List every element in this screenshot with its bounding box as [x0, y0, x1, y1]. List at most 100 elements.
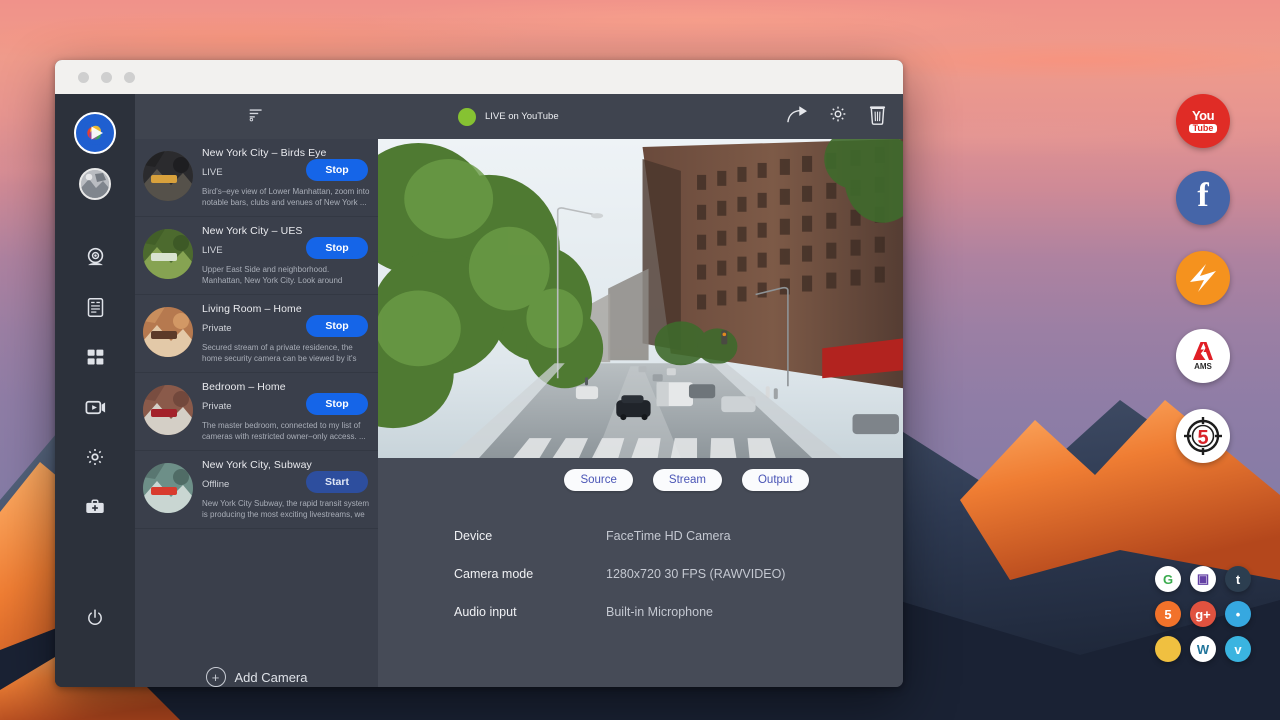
camera-toggle-button[interactable]: Stop — [306, 159, 368, 181]
first-aid-kit-icon — [84, 496, 106, 518]
desktop-icon-youtube[interactable]: You Tube — [1176, 94, 1230, 148]
tablet-list-icon — [85, 297, 106, 318]
desktop-icon-adobe-ams[interactable]: AMS — [1176, 329, 1230, 383]
camera-thumbnail — [143, 463, 193, 513]
camera-toggle-button[interactable]: Stop — [306, 315, 368, 337]
live-indicator-dot — [458, 108, 476, 126]
camera-list-item[interactable]: Bedroom – HomePrivateStopThe master bedr… — [135, 373, 378, 451]
camera-thumbnail — [143, 307, 193, 357]
desktop-icon-twitter[interactable]: • — [1225, 601, 1251, 627]
sidebar-item-settings[interactable] — [76, 438, 114, 476]
sidebar-item-schedule[interactable] — [76, 288, 114, 326]
camera-list-toolbar — [135, 94, 378, 139]
desktop-icon-cluster: G ▣ t 5 g+ • Wv — [1155, 566, 1265, 662]
desktop-icon-gaming-g[interactable]: G — [1155, 566, 1181, 592]
camera-list-panel: New York City – Birds EyeLIVEStopBird's–… — [135, 94, 378, 687]
camera-toggle-button[interactable]: Stop — [306, 393, 368, 415]
sort-list-icon[interactable] — [248, 106, 265, 128]
desktop-icon-five-orange[interactable]: 5 — [1155, 601, 1181, 627]
desktop-icon-twitch[interactable]: ▣ — [1190, 566, 1216, 592]
desktop-icon-wordpress[interactable]: W — [1190, 636, 1216, 662]
detail-label: Camera mode — [454, 567, 606, 581]
facebook-glyph: f — [1197, 179, 1208, 213]
detail-value[interactable]: 1280x720 30 FPS (RAWVIDEO) — [606, 567, 785, 581]
minimize-button[interactable] — [101, 72, 112, 83]
camera-thumbnail — [143, 151, 193, 201]
window-titlebar — [55, 60, 903, 94]
main-toolbar: LIVE on YouTube — [378, 94, 903, 139]
sidebar-item-toolkit[interactable] — [76, 488, 114, 526]
desktop-icon-yellow-glow[interactable] — [1155, 636, 1181, 662]
user-avatar[interactable] — [79, 168, 111, 200]
ams-label: AMS — [1194, 362, 1212, 371]
camera-list-item[interactable]: New York City – UESLIVEStopUpper East Si… — [135, 217, 378, 295]
main-tabs: Source Stream Output — [470, 458, 903, 491]
target-icon: 5 — [1180, 413, 1226, 459]
desktop: New York City – Birds EyeLIVEStopBird's–… — [0, 0, 1280, 720]
gear-icon — [84, 446, 106, 468]
add-camera-button[interactable]: + Add Camera — [135, 645, 378, 687]
camera-list-item[interactable]: Living Room – HomePrivateStopSecured str… — [135, 295, 378, 373]
video-frame — [378, 139, 903, 458]
detail-value[interactable]: FaceTime HD Camera — [606, 529, 731, 543]
gear-icon — [828, 104, 848, 124]
camera-list: New York City – Birds EyeLIVEStopBird's–… — [135, 139, 378, 645]
camera-description: Bird's–eye view of Lower Manhattan, zoom… — [202, 187, 370, 208]
camera-description: Secured stream of a private residence, t… — [202, 343, 370, 364]
desktop-icon-vimeo[interactable]: v — [1225, 636, 1251, 662]
close-button[interactable] — [78, 72, 89, 83]
camera-toggle-button[interactable]: Start — [306, 471, 368, 493]
tab-stream[interactable]: Stream — [653, 469, 722, 491]
camera-title: New York City – UES — [202, 225, 370, 237]
video-icon — [84, 396, 107, 419]
svg-text:5: 5 — [1197, 427, 1208, 449]
camera-title: New York City – Birds Eye — [202, 147, 370, 159]
video-preview[interactable] — [378, 139, 903, 458]
desktop-icon-facebook[interactable]: f — [1176, 171, 1230, 225]
desktop-icon-wowza[interactable] — [1176, 251, 1230, 305]
detail-row: Audio inputBuilt-in Microphone — [454, 605, 903, 619]
grid-icon — [85, 347, 106, 368]
tab-source[interactable]: Source — [564, 469, 632, 491]
lightning-icon — [1183, 258, 1223, 298]
share-arrow-icon — [786, 104, 808, 124]
sidebar-item-dashboard[interactable] — [76, 338, 114, 376]
desktop-icon-tumblr[interactable]: t — [1225, 566, 1251, 592]
trash-icon — [868, 104, 887, 125]
live-status-label: LIVE on YouTube — [485, 111, 559, 122]
camera-toggle-button[interactable]: Stop — [306, 237, 368, 259]
desktop-icon-google-plus[interactable]: g+ — [1190, 601, 1216, 627]
camera-description: New York City Subway, the rapid transit … — [202, 499, 370, 520]
share-button[interactable] — [786, 104, 808, 129]
camera-title: New York City, Subway — [202, 459, 370, 471]
app-logo[interactable] — [74, 112, 116, 154]
camera-list-item[interactable]: New York City, SubwayOfflineStartNew Yor… — [135, 451, 378, 529]
youtube-label-bottom: Tube — [1189, 124, 1218, 133]
zoom-button[interactable] — [124, 72, 135, 83]
tab-output[interactable]: Output — [742, 469, 809, 491]
sidebar-item-cameras[interactable] — [76, 238, 114, 276]
sidebar-item-power[interactable] — [76, 599, 114, 637]
detail-label: Audio input — [454, 605, 606, 619]
camera-description: Upper East Side and neighborhood. Manhat… — [202, 265, 370, 286]
sidebar-item-recordings[interactable] — [76, 388, 114, 426]
play-logo-icon — [82, 120, 108, 146]
main-panel: LIVE on YouTube — [378, 94, 903, 687]
adobe-icon — [1191, 341, 1215, 361]
avatar-icon — [81, 170, 109, 198]
camera-thumbnail — [143, 229, 193, 279]
desktop-icon-target-five[interactable]: 5 — [1176, 409, 1230, 463]
settings-button[interactable] — [828, 104, 848, 129]
detail-label: Device — [454, 529, 606, 543]
detail-value[interactable]: Built-in Microphone — [606, 605, 713, 619]
plus-circle-icon: + — [206, 667, 226, 687]
delete-button[interactable] — [868, 104, 887, 130]
camera-list-item[interactable]: New York City – Birds EyeLIVEStopBird's–… — [135, 139, 378, 217]
camera-thumbnail — [143, 385, 193, 435]
source-details: DeviceFaceTime HD Camera Camera mode1280x… — [378, 491, 903, 643]
webcam-icon — [84, 246, 107, 269]
detail-row: Camera mode1280x720 30 FPS (RAWVIDEO) — [454, 567, 903, 581]
sidebar-rail — [55, 94, 135, 687]
add-camera-label: Add Camera — [235, 670, 308, 685]
live-status: LIVE on YouTube — [458, 108, 559, 126]
